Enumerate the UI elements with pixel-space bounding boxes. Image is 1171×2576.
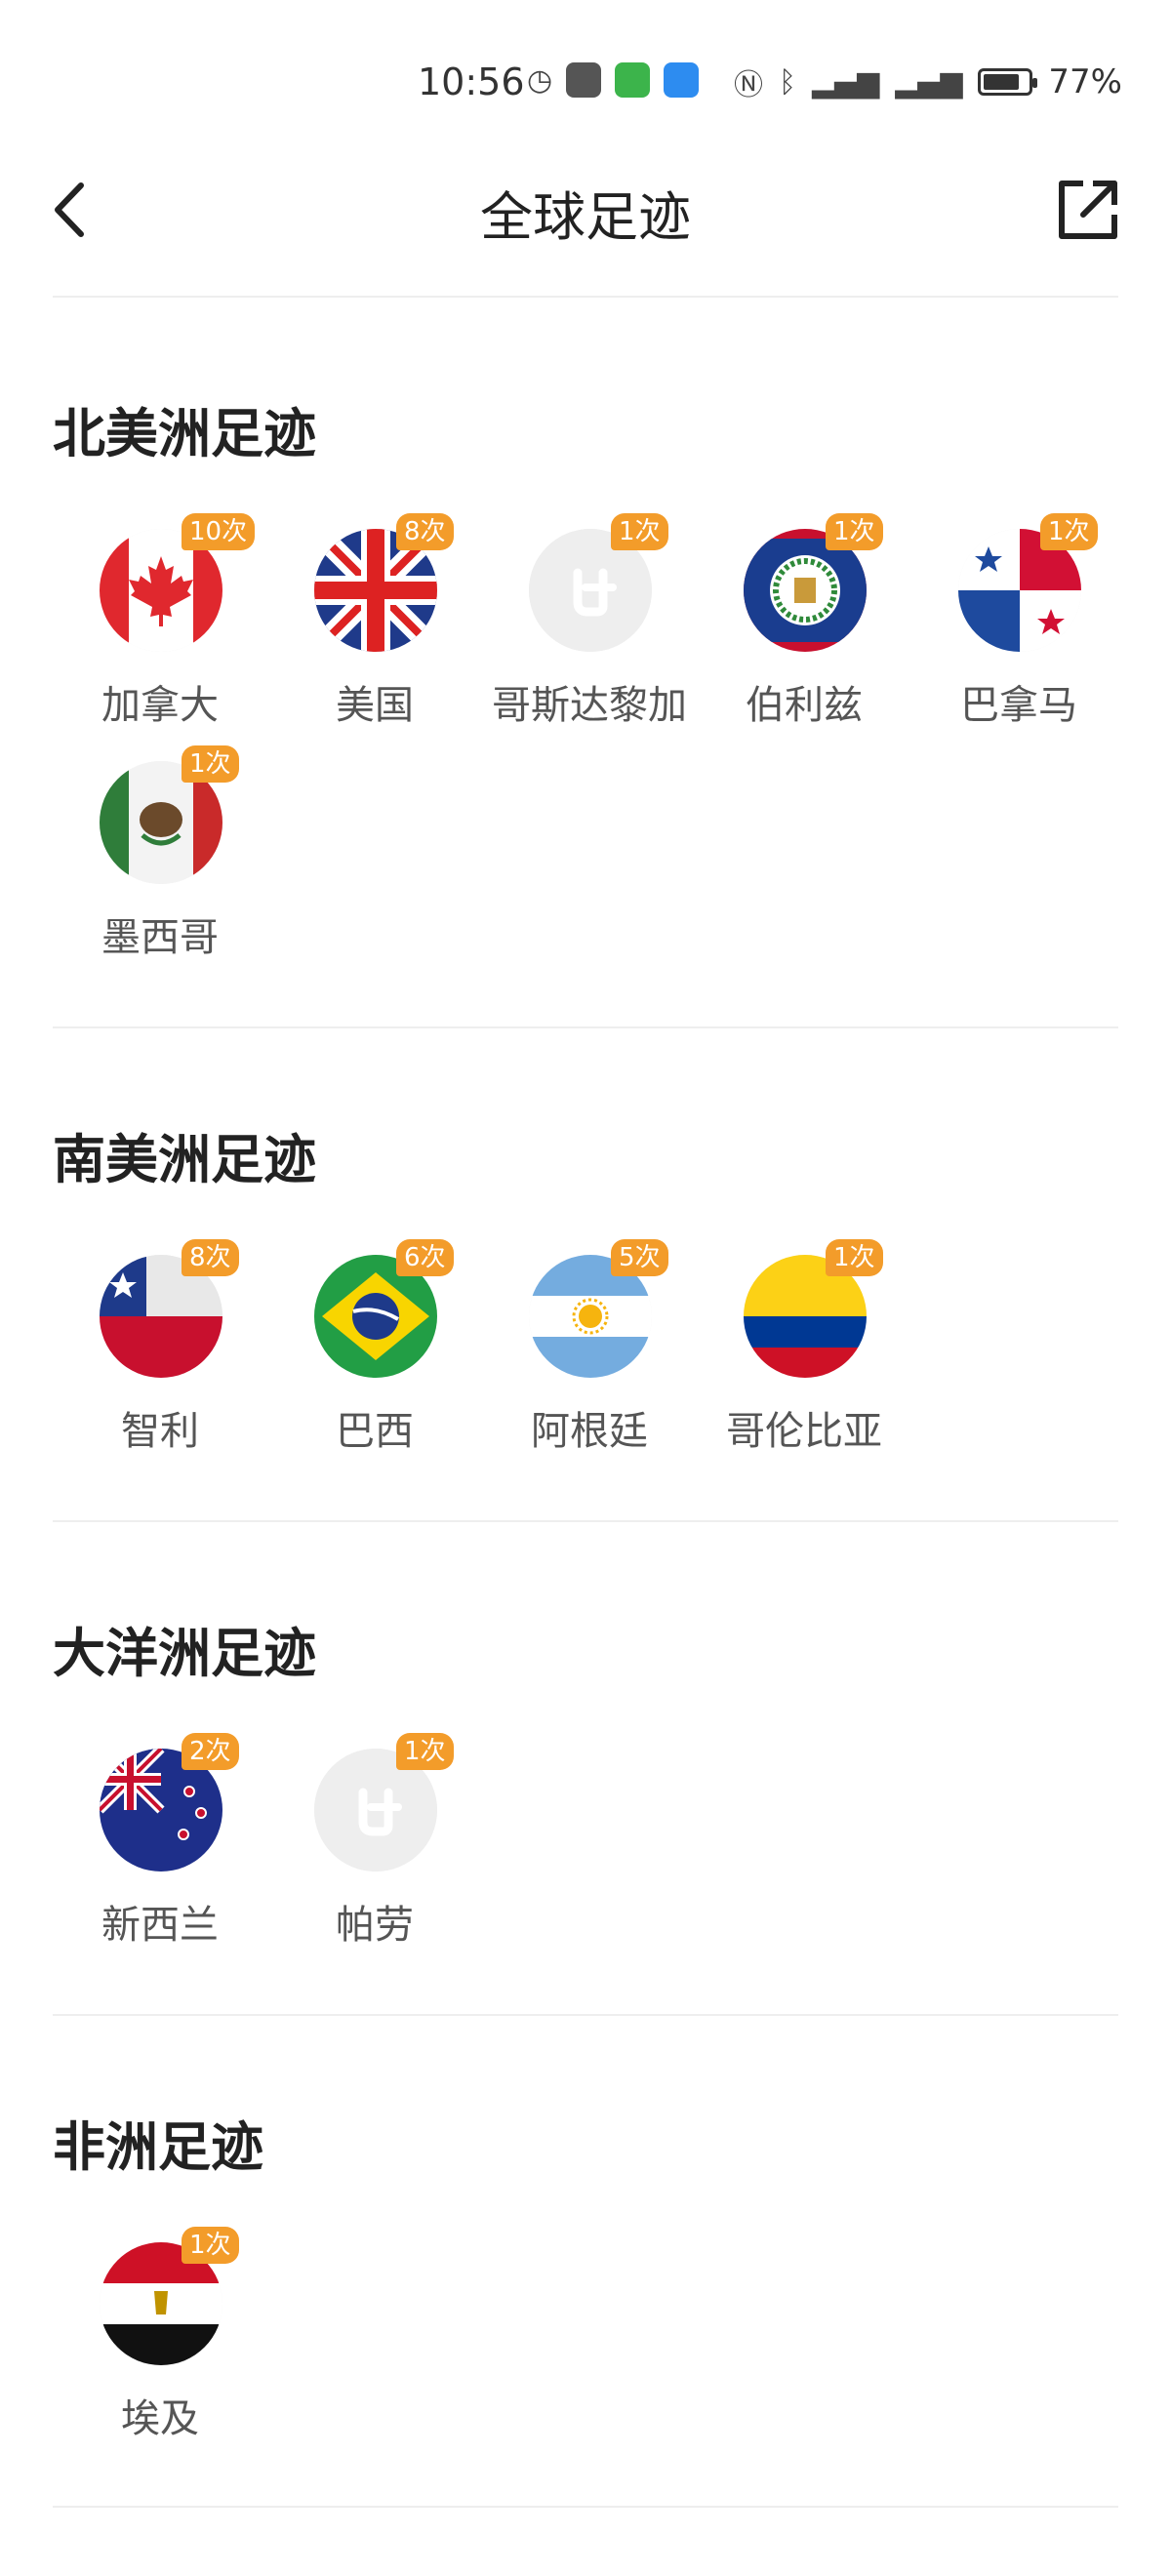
country-item-brazil[interactable]: 6次 巴西	[267, 1239, 482, 1487]
visit-count-badge: 1次	[826, 1239, 883, 1276]
app-icon	[615, 62, 651, 98]
country-name: 哥斯达黎加	[492, 683, 687, 728]
country-item-palau[interactable]: 1次 帕劳	[267, 1733, 482, 1981]
country-item-chile[interactable]: 8次 智利	[53, 1239, 267, 1487]
visit-count-badge: 10次	[182, 513, 256, 550]
visit-count-badge: 1次	[611, 513, 668, 550]
section-title: 非洲足迹	[53, 2116, 263, 2178]
country-item-argentina[interactable]: 5次 阿根廷	[482, 1239, 697, 1487]
visit-count-badge: 8次	[182, 1239, 239, 1276]
country-name: 新西兰	[101, 1903, 219, 1948]
country-grid: 2次 新西兰 1次 帕劳	[53, 1733, 1126, 1981]
section-title: 南美洲足迹	[53, 1129, 316, 1190]
weather-icon	[664, 62, 700, 98]
visit-count-badge: 2次	[182, 1733, 239, 1770]
visit-count-badge: 1次	[1040, 513, 1098, 550]
country-grid: 8次 智利 6次 巴西 5次 阿根廷 1次 哥伦比亚	[53, 1239, 1126, 1487]
country-item-colombia[interactable]: 1次 哥伦比亚	[697, 1239, 911, 1487]
country-name: 墨西哥	[101, 915, 219, 960]
country-grid: 1次 埃及	[53, 2227, 1126, 2475]
visit-count-badge: 5次	[611, 1239, 668, 1276]
nav-bar: 全球足迹	[0, 146, 1171, 273]
country-item-new-zealand[interactable]: 2次 新西兰	[53, 1733, 267, 1981]
status-notification-icons: ◷	[527, 62, 700, 98]
visit-count-badge: 1次	[182, 2227, 239, 2264]
status-bar: 10:56 ◷ Ⓝ ᛒ ▂▄▆ ▂▄▆ 77%	[0, 0, 1171, 117]
share-icon	[1059, 181, 1117, 239]
alarm-icon: ◷	[527, 62, 553, 98]
section-title: 大洋洲足迹	[53, 1623, 316, 1684]
country-name: 阿根廷	[531, 1409, 648, 1454]
visit-count-badge: 6次	[396, 1239, 454, 1276]
share-button[interactable]	[1054, 176, 1122, 244]
visit-count-badge: 1次	[396, 1733, 454, 1770]
battery-percent: 77%	[1048, 62, 1122, 101]
signal-4g-icon: ▂▄▆	[895, 64, 963, 100]
section-divider	[53, 2506, 1118, 2508]
country-name: 智利	[121, 1409, 199, 1454]
page-title: 全球足迹	[480, 186, 691, 248]
country-item-panama[interactable]: 1次 巴拿马	[911, 513, 1126, 761]
section-divider	[53, 1520, 1118, 1522]
country-item-usa[interactable]: 8次 美国	[267, 513, 482, 761]
notification-icon	[566, 62, 602, 98]
country-item-egypt[interactable]: 1次 埃及	[53, 2227, 267, 2475]
visit-count-badge: 1次	[826, 513, 883, 550]
country-item-canada[interactable]: 10次 加拿大	[53, 513, 267, 761]
country-grid: 10次 加拿大 8次 美国 1次 哥斯达黎加 1次 伯利兹 1次 巴拿马 1次 …	[53, 513, 1126, 993]
battery-icon	[978, 68, 1038, 96]
nfc-icon: Ⓝ	[733, 68, 763, 102]
country-name: 加拿大	[101, 683, 219, 728]
country-name: 埃及	[121, 2396, 199, 2441]
country-name: 巴拿马	[960, 683, 1077, 728]
country-item-belize[interactable]: 1次 伯利兹	[697, 513, 911, 761]
country-name: 哥伦比亚	[726, 1409, 882, 1454]
visit-count-badge: 8次	[396, 513, 454, 550]
nav-divider	[53, 296, 1118, 298]
section-divider	[53, 1026, 1118, 1028]
country-name: 伯利兹	[746, 683, 863, 728]
country-name: 美国	[336, 683, 414, 728]
country-item-mexico[interactable]: 1次 墨西哥	[53, 745, 267, 993]
country-name: 帕劳	[336, 1903, 414, 1948]
section-divider	[53, 2014, 1118, 2016]
bluetooth-icon: ᛒ	[778, 64, 796, 100]
visit-count-badge: 1次	[182, 745, 239, 783]
country-item-costa-rica[interactable]: 1次 哥斯达黎加	[482, 513, 697, 761]
status-time: 10:56	[418, 60, 525, 103]
section-title: 北美洲足迹	[53, 403, 316, 464]
country-name: 巴西	[336, 1409, 414, 1454]
status-right: Ⓝ ᛒ ▂▄▆ ▂▄▆ 77%	[734, 60, 1122, 103]
signal-5g-icon: ▂▄▆	[811, 64, 880, 100]
